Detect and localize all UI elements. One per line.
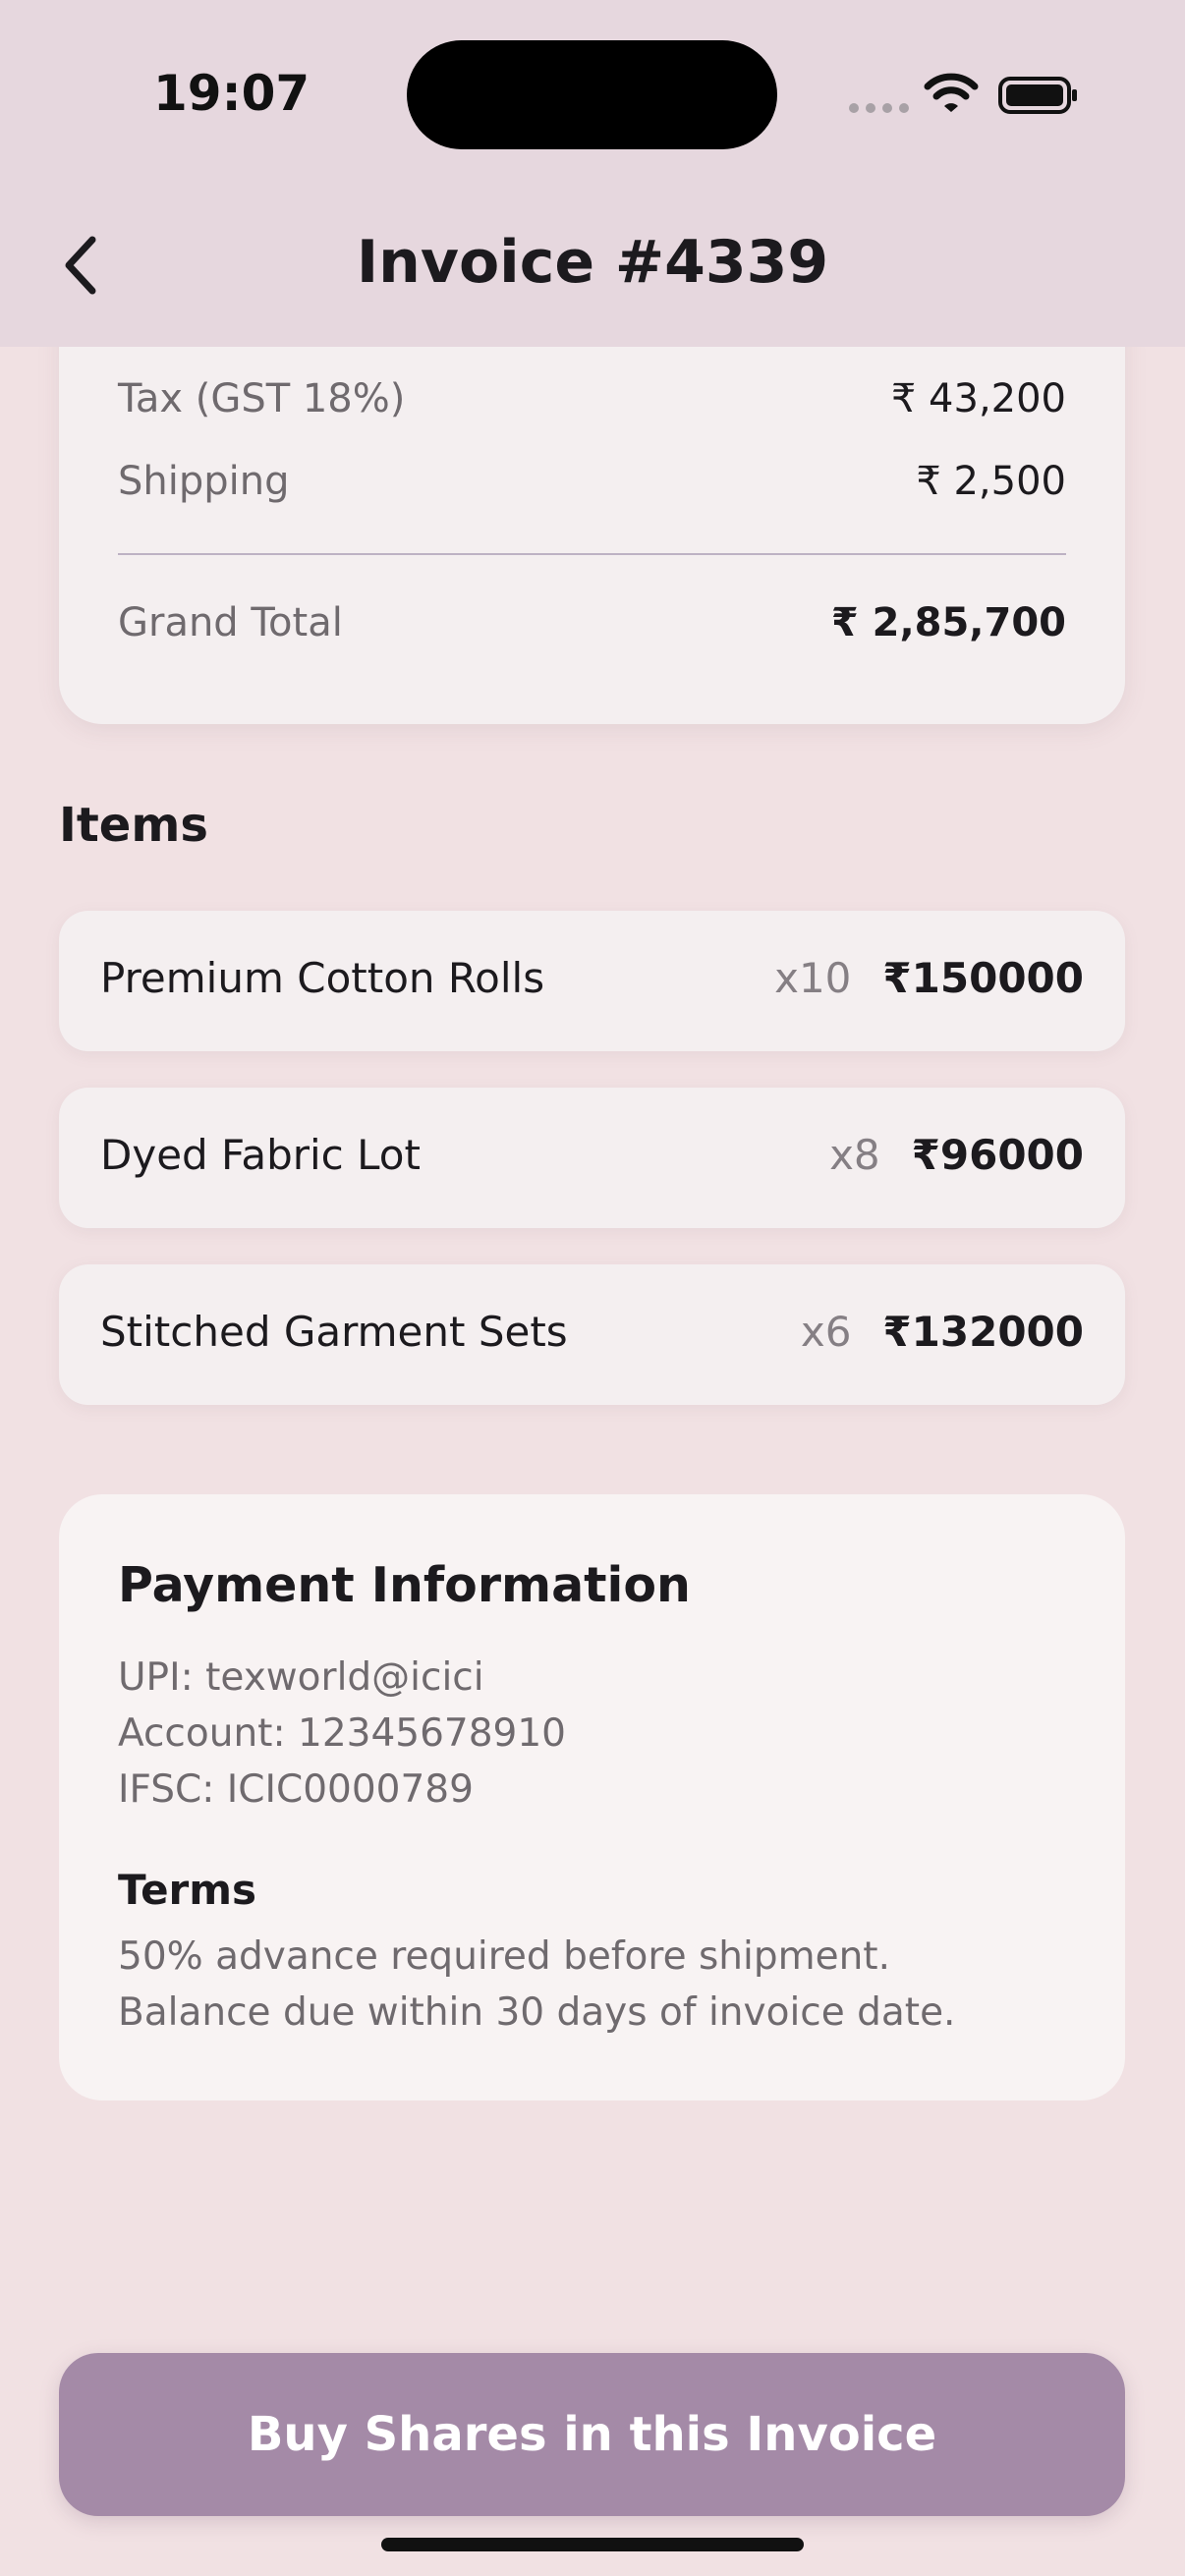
signal-icon <box>849 103 909 113</box>
terms-line-2: Balance due within 30 days of invoice da… <box>118 1990 956 2035</box>
battery-icon <box>998 77 1077 114</box>
home-indicator <box>381 2538 804 2551</box>
tax-row: Tax (GST 18%) ₹ 43,200 <box>118 376 1066 421</box>
payment-title: Payment Information <box>118 1557 691 1613</box>
list-item[interactable]: Stitched Garment Sets x6 ₹132000 <box>59 1264 1125 1405</box>
item-price: ₹150000 <box>882 954 1084 1002</box>
item-quantity: x10 <box>774 954 852 1002</box>
app-header: 19:07 Invoice #4339 <box>0 0 1185 347</box>
grand-total-label: Grand Total <box>118 600 343 645</box>
shipping-value: ₹ 2,500 <box>916 459 1066 504</box>
items-section-title: Items <box>59 798 208 853</box>
tax-label: Tax (GST 18%) <box>118 376 406 421</box>
terms-line-1: 50% advance required before shipment. <box>118 1934 890 1979</box>
ifsc-text: IFSC: ICIC0000789 <box>118 1767 474 1812</box>
item-name: Dyed Fabric Lot <box>100 1131 421 1179</box>
page-title: Invoice #4339 <box>356 228 829 297</box>
status-time: 19:07 <box>153 65 310 122</box>
upi-text: UPI: texworld@icici <box>118 1655 484 1700</box>
item-quantity: x8 <box>829 1131 880 1179</box>
wifi-icon <box>924 73 979 112</box>
tax-value: ₹ 43,200 <box>890 376 1066 421</box>
terms-title: Terms <box>118 1866 257 1914</box>
grand-total-value: ₹ 2,85,700 <box>830 600 1066 645</box>
item-name: Stitched Garment Sets <box>100 1308 568 1356</box>
grand-total-row: Grand Total ₹ 2,85,700 <box>118 600 1066 645</box>
summary-divider <box>118 553 1066 555</box>
list-item[interactable]: Dyed Fabric Lot x8 ₹96000 <box>59 1088 1125 1228</box>
account-text: Account: 12345678910 <box>118 1711 566 1756</box>
shipping-label: Shipping <box>118 459 290 504</box>
item-price: ₹132000 <box>882 1308 1084 1356</box>
list-item[interactable]: Premium Cotton Rolls x10 ₹150000 <box>59 911 1125 1051</box>
payment-info-card: Payment Information UPI: texworld@icici … <box>59 1494 1125 2100</box>
shipping-row: Shipping ₹ 2,500 <box>118 459 1066 504</box>
summary-card <box>59 295 1125 724</box>
dynamic-island <box>407 40 777 149</box>
item-name: Premium Cotton Rolls <box>100 954 545 1002</box>
item-quantity: x6 <box>800 1308 852 1356</box>
item-price: ₹96000 <box>911 1131 1084 1179</box>
buy-shares-button[interactable]: Buy Shares in this Invoice <box>59 2353 1125 2516</box>
